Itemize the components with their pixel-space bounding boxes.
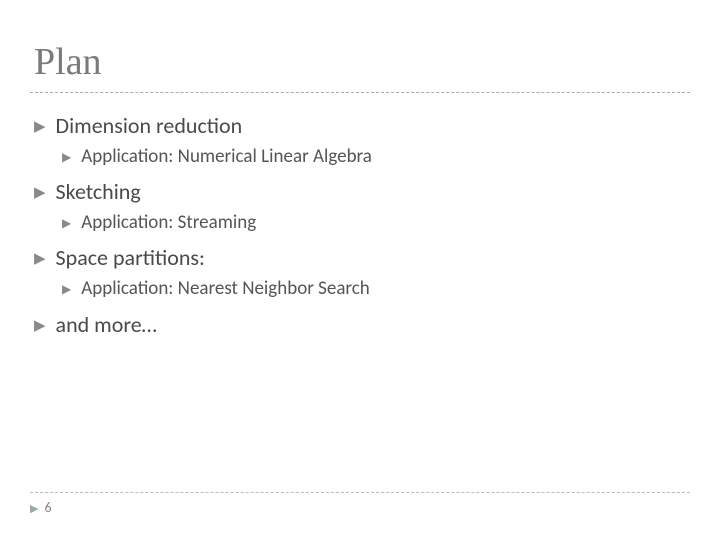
list-item: ▶ and more… — [34, 310, 690, 340]
triangle-bullet-icon: ▶ — [30, 502, 38, 515]
page-number: ▶6 — [30, 499, 690, 516]
list-item: ▶ Space partitions: ▶ Application: Nearest… — [34, 243, 690, 303]
list-item: ▶ Sketching ▶ Application: Streaming — [34, 177, 690, 237]
list-item-label: Sketching — [56, 178, 141, 205]
list-item-label: and more… — [56, 311, 157, 338]
page-number-value: 6 — [44, 499, 51, 516]
list-item-label: Application: Numerical Linear Algebra — [81, 145, 372, 168]
title-underline — [30, 92, 690, 93]
list-item: ▶ Application: Numerical Linear Algebra — [62, 143, 690, 172]
list-item: ▶ Application: Nearest Neighbor Search — [62, 275, 690, 304]
list-item-label: Space partitions: — [56, 244, 205, 271]
triangle-bullet-icon: ▶ — [34, 249, 46, 269]
bullet-list: ▶ Dimension reduction ▶ Application: Numer… — [30, 111, 690, 339]
triangle-bullet-icon: ▶ — [34, 316, 46, 336]
sub-list: ▶ Application: Nearest Neighbor Search — [34, 275, 690, 304]
slide-footer: ▶6 — [30, 492, 690, 516]
slide-title: Plan — [30, 40, 690, 84]
triangle-bullet-icon: ▶ — [62, 148, 71, 166]
list-item: ▶ Application: Streaming — [62, 209, 690, 238]
list-item: ▶ Dimension reduction ▶ Application: Numer… — [34, 111, 690, 171]
slide: Plan ▶ Dimension reduction ▶ Application: … — [0, 0, 720, 540]
list-item-label: Dimension reduction — [56, 112, 243, 139]
footer-rule — [30, 492, 690, 493]
sub-list: ▶ Application: Numerical Linear Algebra — [34, 143, 690, 172]
triangle-bullet-icon: ▶ — [62, 280, 71, 298]
triangle-bullet-icon: ▶ — [62, 214, 71, 232]
triangle-bullet-icon: ▶ — [34, 183, 46, 203]
triangle-bullet-icon: ▶ — [34, 117, 46, 137]
sub-list: ▶ Application: Streaming — [34, 209, 690, 238]
list-item-label: Application: Nearest Neighbor Search — [81, 277, 370, 300]
list-item-label: Application: Streaming — [81, 211, 256, 234]
